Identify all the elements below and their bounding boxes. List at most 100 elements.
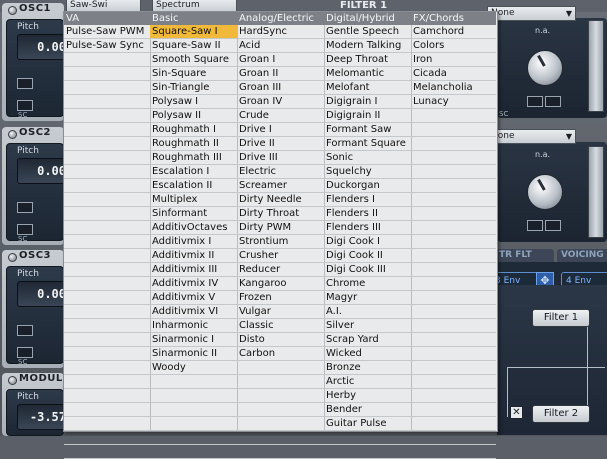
menu-item[interactable]: Acid [237,39,324,53]
menu-item[interactable]: Dirty Needle [237,193,324,207]
right-mini-button-3[interactable] [527,220,543,231]
menu-item[interactable]: Smooth Square [150,53,237,67]
menu-item[interactable]: Kangaroo [237,277,324,291]
menu-item[interactable]: Polysaw II [150,109,237,123]
menu-item[interactable]: Escalation I [150,165,237,179]
menu-item[interactable]: Roughmath II [150,137,237,151]
menu-item[interactable]: Sin-Triangle [150,81,237,95]
menu-item[interactable]: Groan II [237,67,324,81]
menu-item[interactable]: Bender [324,403,411,417]
right-mini-button-2[interactable] [545,96,561,107]
osc3-mini-button-2[interactable] [17,347,33,358]
menu-item[interactable]: Chrome [324,277,411,291]
close-icon[interactable]: ✕ [510,406,523,419]
menu-item[interactable]: Crude [237,109,324,123]
none-dropdown-1[interactable]: None ▼ [487,6,576,21]
menu-item[interactable]: Polysaw I [150,95,237,109]
menu-item[interactable]: Drive I [237,123,324,137]
menu-item[interactable]: Reducer [237,263,324,277]
menu-item[interactable]: Sinformant [150,207,237,221]
menu-item[interactable]: Deep Throat [324,53,411,67]
menu-item[interactable]: Herby [324,389,411,403]
menu-item[interactable]: Magyr [324,291,411,305]
menu-item[interactable]: Pulse-Saw Sync [64,39,150,53]
osc1-power-led[interactable] [8,6,17,15]
menu-item[interactable]: A.I. [324,305,411,319]
menu-item[interactable]: Electric [237,165,324,179]
menu-item[interactable]: Sinarmonic II [150,347,237,361]
menu-item[interactable]: Digi Cook I [324,235,411,249]
tab-voicing[interactable]: VOICING [557,249,607,262]
menu-item[interactable]: Digigrain II [324,109,411,123]
menu-item[interactable]: Arctic [324,375,411,389]
menu-item[interactable]: Colors [411,39,496,53]
menu-item[interactable]: Groan IV [237,95,324,109]
menu-item[interactable]: Roughmath I [150,123,237,137]
knob-2[interactable] [527,174,563,210]
menu-item[interactable]: Square-Saw II [150,39,237,53]
vertical-slider-2[interactable] [588,146,604,238]
menu-item[interactable]: Strontium [237,235,324,249]
menu-item[interactable]: Classic [237,319,324,333]
menu-item[interactable]: Digi Cook III [324,263,411,277]
right-mini-button-1[interactable] [527,96,543,107]
menu-item[interactable]: Bronze [324,361,411,375]
menu-item[interactable]: Lunacy [411,95,496,109]
menu-item[interactable]: Frozen [237,291,324,305]
menu-item[interactable]: Woody [150,361,237,375]
menu-item[interactable]: HardSync [237,25,324,39]
menu-item[interactable]: Dirty Throat [237,207,324,221]
menu-item[interactable]: Sin-Square [150,67,237,81]
osc1-mini-button-2[interactable] [17,100,33,111]
menu-item[interactable]: Multiplex [150,193,237,207]
menu-item[interactable]: Drive II [237,137,324,151]
osc2-power-led[interactable] [8,130,17,139]
menu-item[interactable]: Wicked [324,347,411,361]
menu-item[interactable]: Roughmath III [150,151,237,165]
menu-item[interactable]: Additivmix V [150,291,237,305]
menu-item[interactable]: Iron [411,53,496,67]
menu-item[interactable]: Sinarmonic I [150,333,237,347]
menu-item[interactable]: Melofant [324,81,411,95]
menu-item[interactable]: Melancholia [411,81,496,95]
none-dropdown-2[interactable]: None ▼ [487,129,576,144]
menu-item[interactable]: Scrap Yard [324,333,411,347]
osc2-mini-button-1[interactable] [17,202,33,213]
menu-item[interactable]: Flenders III [324,221,411,235]
menu-item[interactable]: Digigrain I [324,95,411,109]
menu-item[interactable]: Disto [237,333,324,347]
menu-item[interactable]: Gentle Speech [324,25,411,39]
menu-item[interactable]: Sonic [324,151,411,165]
menu-item[interactable]: Guitar Pulse [324,417,411,431]
tab-flt[interactable]: TR FLT [495,249,554,262]
menu-item[interactable]: Crusher [237,249,324,263]
menu-item[interactable]: Camchord [411,25,496,39]
vertical-slider-1[interactable] [588,20,604,112]
filter1-button[interactable]: Filter 1 [532,309,590,327]
menu-item[interactable]: Carbon [237,347,324,361]
menu-item[interactable]: Dirty PWM [237,221,324,235]
osc2-mini-button-2[interactable] [17,224,33,235]
menu-item[interactable]: Screamer [237,179,324,193]
menu-item[interactable]: Drive III [237,151,324,165]
menu-item[interactable]: Digi Cook II [324,249,411,263]
menu-item[interactable]: Additivmix VI [150,305,237,319]
menu-item[interactable]: Melomantic [324,67,411,81]
menu-item[interactable]: Additivmix I [150,235,237,249]
menu-item[interactable]: Inharmonic [150,319,237,333]
knob-1[interactable] [527,50,563,86]
menu-item[interactable]: Additivmix II [150,249,237,263]
menu-item[interactable]: Additivmix III [150,263,237,277]
menu-item[interactable]: Additivmix IV [150,277,237,291]
osc1-mini-button-1[interactable] [17,78,33,89]
menu-item[interactable]: Formant Square [324,137,411,151]
osc3-power-led[interactable] [8,253,17,262]
menu-item[interactable]: Flenders II [324,207,411,221]
menu-item[interactable]: Squelchy [324,165,411,179]
menu-item[interactable]: Square-Saw I [150,25,237,39]
menu-item[interactable]: Vulgar [237,305,324,319]
menu-item[interactable]: Flenders I [324,193,411,207]
filter2-button[interactable]: Filter 2 [532,405,590,423]
right-mini-button-4[interactable] [545,220,561,231]
menu-item[interactable]: Formant Saw [324,123,411,137]
